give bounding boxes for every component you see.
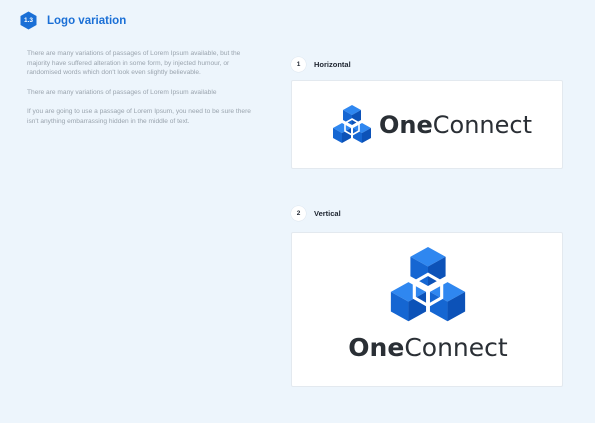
logo-wordmark: OneConnect [379,111,532,139]
horizontal-logo-card: OneConnect [291,80,563,169]
cube-logo-icon [390,246,466,322]
logo-word-regular: Connect [404,333,508,362]
section-number-badge: 1.3 [19,11,38,30]
variant-horizontal-header: 1 Horizontal [291,57,351,72]
logo-word-regular: Connect [432,111,532,139]
section-header: 1.3 Logo variation [19,11,126,30]
description-paragraph: There are many variations of passages of… [27,50,241,77]
logo-word-bold: One [379,111,433,139]
cube-logo-icon [333,105,371,143]
description-paragraph: If you are going to use a passage of Lor… [27,108,251,125]
logo-word-bold: One [348,333,405,362]
variant-vertical-header: 2 Vertical [291,206,341,221]
vertical-logo-card: OneConnect [291,232,563,387]
section-title: Logo variation [47,14,127,27]
description-paragraph: There are many variations of passages of… [27,88,217,96]
description: There are many variations of passages of… [27,49,259,137]
variant-label: Horizontal [314,60,351,69]
logo-wordmark: OneConnect [292,333,564,363]
variant-number: 2 [291,206,306,221]
variant-number: 1 [291,57,306,72]
variant-label: Vertical [314,209,341,218]
section-number: 1.3 [23,17,34,24]
